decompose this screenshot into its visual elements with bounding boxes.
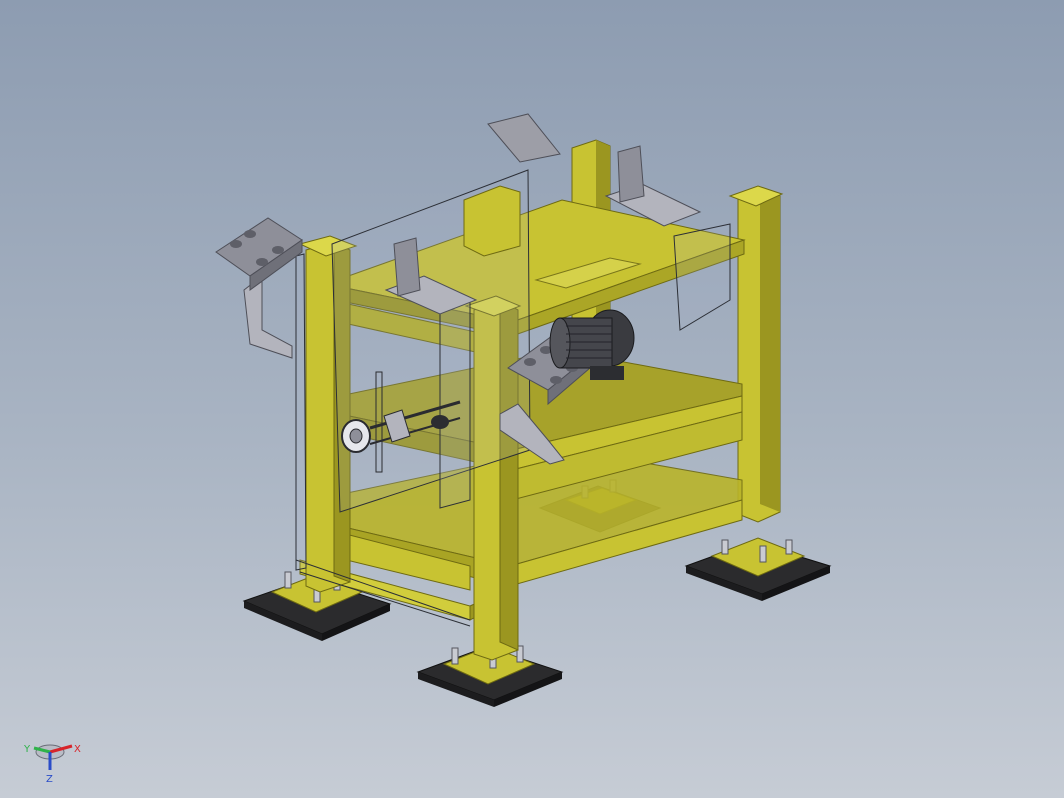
saddle-bracket-3 [463, 185, 521, 257]
machine-frame-assembly[interactable] [0, 0, 1064, 798]
x-axis-label: X [74, 744, 81, 755]
bracket-rear-1 [487, 113, 561, 163]
graphics-viewport[interactable]: X Y Z [0, 0, 1064, 798]
orientation-triad[interactable]: X Y Z [18, 738, 88, 788]
handle-left [215, 217, 303, 277]
z-axis-label: Z [46, 774, 53, 785]
y-axis-label: Y [23, 744, 31, 755]
